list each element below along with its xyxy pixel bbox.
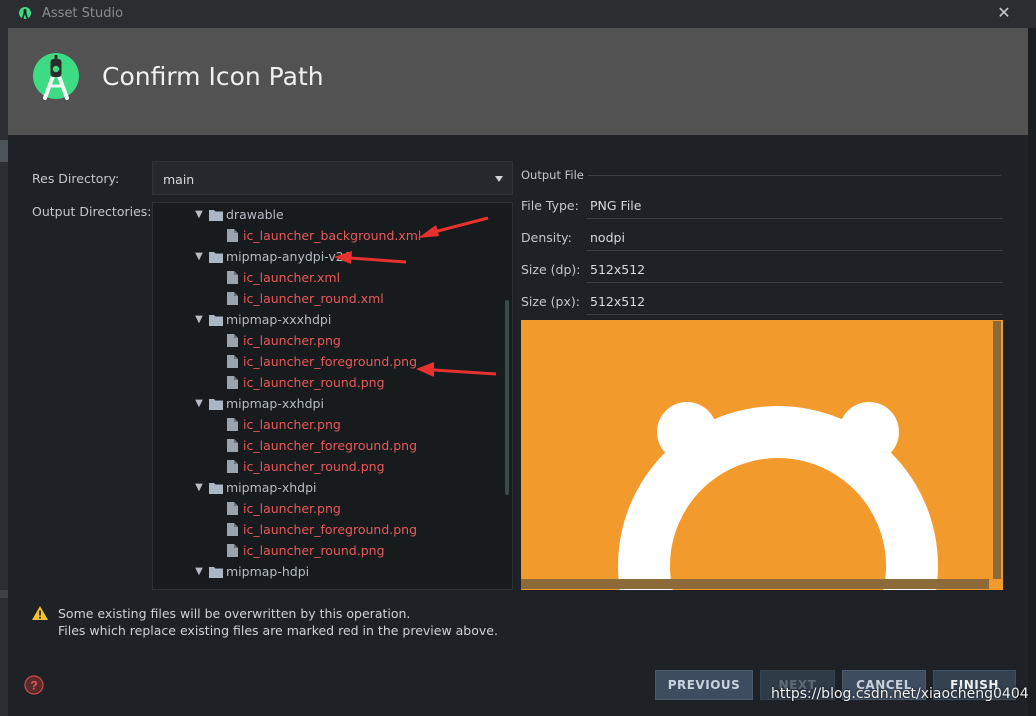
output-file-label: Output File [521, 168, 584, 182]
tree-item-label: mipmap-xxxhdpi [226, 312, 332, 327]
tree-item-label: ic_launcher_background.xml [243, 228, 422, 243]
folder-icon [209, 483, 223, 494]
tree-file-item[interactable]: ic_launcher_round.xml [153, 288, 503, 309]
tree-item-label: ic_launcher_foreground.png [243, 354, 418, 369]
android-studio-icon [19, 7, 31, 20]
tree-file-item[interactable]: ic_launcher.xml [153, 267, 503, 288]
tree-item-label: mipmap-hdpi [226, 564, 310, 579]
tree-item-label: ic_launcher.png [243, 501, 341, 516]
tree-folder-item[interactable]: ▼ mipmap-anydpi-v26 [153, 246, 503, 267]
close-icon[interactable]: ✕ [994, 2, 1014, 24]
size-px-value: 512x512 [590, 294, 646, 309]
tree-item-label: ic_launcher_round.png [243, 459, 385, 474]
preview-horizontal-scrollbar[interactable] [521, 579, 989, 589]
background-window-strip [0, 28, 8, 716]
android-studio-icon [33, 53, 79, 100]
title-bar [0, 0, 1036, 28]
annotation-arrow [334, 251, 407, 264]
chevron-down-icon[interactable]: ▼ [193, 246, 205, 267]
window-title: Asset Studio [42, 6, 124, 21]
background-window-mark [0, 590, 8, 598]
density-value: nodpi [590, 230, 625, 245]
tree-item-label: mipmap-xhdpi [226, 480, 317, 495]
file-icon [227, 418, 238, 431]
chevron-down-icon[interactable]: ▼ [193, 204, 205, 225]
file-icon [227, 355, 238, 368]
file-icon [227, 292, 238, 305]
res-directory-select[interactable]: main [152, 161, 513, 195]
file-icon [227, 439, 238, 452]
file-icon [227, 544, 238, 557]
chevron-down-icon [495, 176, 503, 182]
file-icon [227, 229, 238, 242]
tree-item-label: ic_launcher_foreground.png [243, 438, 418, 453]
file-icon [227, 334, 238, 347]
file-icon [227, 523, 238, 536]
previous-button[interactable]: PREVIOUS [655, 670, 753, 700]
tree-item-label: ic_launcher_foreground.png [243, 522, 418, 537]
size-dp-label: Size (dp): [521, 262, 581, 277]
warning-text: Files which replace existing files are m… [58, 623, 498, 638]
output-directories-label: Output Directories: [32, 204, 152, 219]
tree-folder-item[interactable]: ▼ mipmap-xxxhdpi [153, 309, 503, 330]
tree-item-label: ic_launcher.png [243, 417, 341, 432]
tree-item-label: ic_launcher_round.png [243, 543, 385, 558]
watermark: https://blog.csdn.net/xiaocheng0404 [771, 686, 1029, 702]
chevron-down-icon[interactable]: ▼ [193, 477, 205, 498]
annotation-arrow [418, 216, 489, 238]
warning-text: Some existing files will be overwritten … [58, 606, 411, 621]
folder-icon [209, 567, 223, 578]
section-divider [588, 175, 1001, 176]
annotation-arrow [416, 362, 497, 377]
tree-file-item[interactable]: ic_launcher.png [153, 414, 503, 435]
chevron-down-icon[interactable]: ▼ [193, 561, 205, 582]
folder-icon [209, 252, 223, 263]
tree-item-label: ic_launcher.xml [243, 270, 341, 285]
warning-icon [32, 606, 48, 620]
size-px-label: Size (px): [521, 294, 580, 309]
chevron-down-icon[interactable]: ▼ [193, 393, 205, 414]
background-window-mark [0, 140, 8, 162]
res-directory-label: Res Directory: [32, 171, 120, 186]
help-icon[interactable]: ? [24, 675, 44, 695]
field-underline [586, 282, 1003, 283]
tree-item-label: drawable [226, 207, 284, 222]
icon-preview [521, 320, 1003, 590]
file-icon [227, 502, 238, 515]
page-title: Confirm Icon Path [102, 62, 324, 91]
tree-file-item[interactable]: ic_launcher_foreground.png [153, 435, 503, 456]
launcher-icon-preview-image [618, 402, 938, 590]
field-underline [586, 314, 1003, 315]
file-type-label: File Type: [521, 198, 579, 213]
tree-item-label: ic_launcher_round.png [243, 375, 385, 390]
tree-folder-item[interactable]: ▼ mipmap-xxhdpi [153, 393, 503, 414]
file-type-value: PNG File [590, 198, 642, 213]
folder-icon [209, 315, 223, 326]
tree-item-label: mipmap-xxhdpi [226, 396, 324, 411]
res-directory-value: main [163, 172, 195, 187]
tree-item-label: ic_launcher.png [243, 333, 341, 348]
tree-folder-item[interactable]: ▼ mipmap-xhdpi [153, 477, 503, 498]
tree-file-item[interactable]: ic_launcher.png [153, 498, 503, 519]
tree-scrollbar[interactable] [505, 300, 509, 495]
file-icon [227, 460, 238, 473]
file-icon [227, 271, 238, 284]
size-dp-value: 512x512 [590, 262, 646, 277]
tree-item-label: ic_launcher_round.xml [243, 291, 384, 306]
chevron-down-icon[interactable]: ▼ [193, 309, 205, 330]
folder-icon [209, 399, 223, 410]
file-icon [227, 376, 238, 389]
folder-icon [209, 210, 223, 221]
svg-text:?: ? [30, 679, 37, 693]
tree-file-item[interactable]: ic_launcher_round.png [153, 540, 503, 561]
tree-file-item[interactable]: ic_launcher.png [153, 330, 503, 351]
tree-file-item[interactable]: ic_launcher_round.png [153, 456, 503, 477]
field-underline [586, 250, 1003, 251]
field-underline [586, 218, 1003, 219]
density-label: Density: [521, 230, 572, 245]
preview-vertical-scrollbar[interactable] [993, 321, 1001, 579]
tree-file-item[interactable]: ic_launcher_foreground.png [153, 519, 503, 540]
tree-folder-item[interactable]: ▼ mipmap-hdpi [153, 561, 503, 582]
